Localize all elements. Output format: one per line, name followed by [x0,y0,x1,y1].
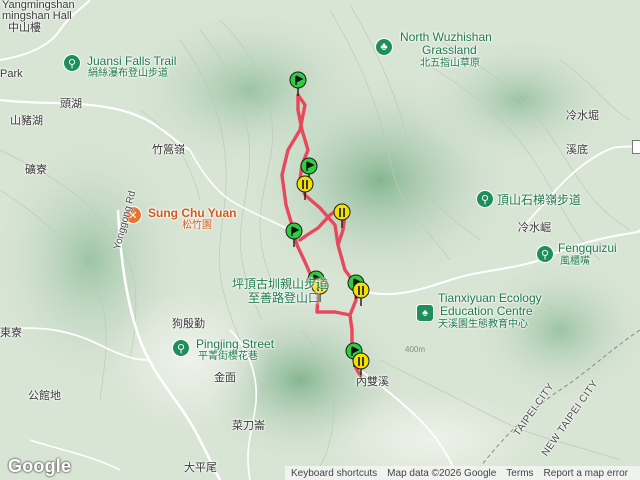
map-data-text: Map data ©2026 Google [387,467,497,479]
terms-link[interactable]: Terms [506,468,533,479]
place-label: 竹篙嶺 [152,144,185,156]
trailhead-label[interactable]: 至善路登山口 [248,291,320,305]
place-label: 冷水崛 [518,222,551,234]
report-error-link[interactable]: Report a map error [544,468,628,479]
map-attribution: Keyboard shortcuts Map data ©2026 Google… [285,466,640,480]
place-label: 山豬湖 [10,115,43,127]
trail-label[interactable]: 絹絲瀑布登山步道 [88,68,168,79]
poi-label[interactable]: 風櫃嘴 [560,256,590,267]
place-label: 頭湖 [60,98,82,110]
place-label: 東寮 [0,327,22,339]
place-label: 金面 [214,372,236,384]
poi-label[interactable]: Pingjing Street [196,337,274,351]
place-label: 狗殷勤 [172,318,205,330]
park-icon[interactable]: ♣ [375,38,393,56]
trailhead-label[interactable]: 坪頂古圳親山步道 [232,277,328,291]
restaurant-label[interactable]: Sung Chu Yuan [148,206,236,220]
nature-centre-icon[interactable]: ♠ [416,304,434,322]
place-label: 礦寮 [25,164,47,176]
place-label: 溪底 [566,144,588,156]
place-label: 大平尾 [184,462,217,474]
trail-label[interactable]: Juansi Falls Trail [87,54,176,68]
place-label: Park [0,68,23,80]
trail-icon[interactable]: ⚲ [536,245,554,263]
trail-label[interactable]: 頂山石梯嶺步道 [497,193,581,207]
trail-icon[interactable]: ⚲ [63,54,81,72]
grassland-label[interactable]: 北五指山草原 [420,58,480,69]
place-label: 公館地 [28,390,61,402]
grassland-label[interactable]: Grassland [422,43,477,57]
keyboard-shortcuts-link[interactable]: Keyboard shortcuts [291,468,377,479]
place-label: 內雙溪 [356,376,389,388]
restaurant-label[interactable]: 松竹園 [182,220,212,231]
trail-icon[interactable]: ⚲ [476,190,494,208]
contour-elevation-label: 400m [405,345,425,354]
nature-centre-label[interactable]: 天溪園生態教育中心 [438,319,528,330]
poi-label[interactable]: 平菁街櫻花巷 [198,351,258,362]
place-label: mingshan Hall [2,10,72,22]
poi-label[interactable]: Fengquizui [558,241,617,255]
trail-icon[interactable]: ⚲ [172,339,190,357]
nature-centre-label[interactable]: Education Centre [440,304,533,318]
place-label: 冷水堀 [566,110,599,122]
place-label: 中山樓 [8,22,41,34]
place-label: 菜刀崙 [232,420,265,432]
google-logo: Google [8,456,72,476]
map-edge-marker [632,140,640,154]
